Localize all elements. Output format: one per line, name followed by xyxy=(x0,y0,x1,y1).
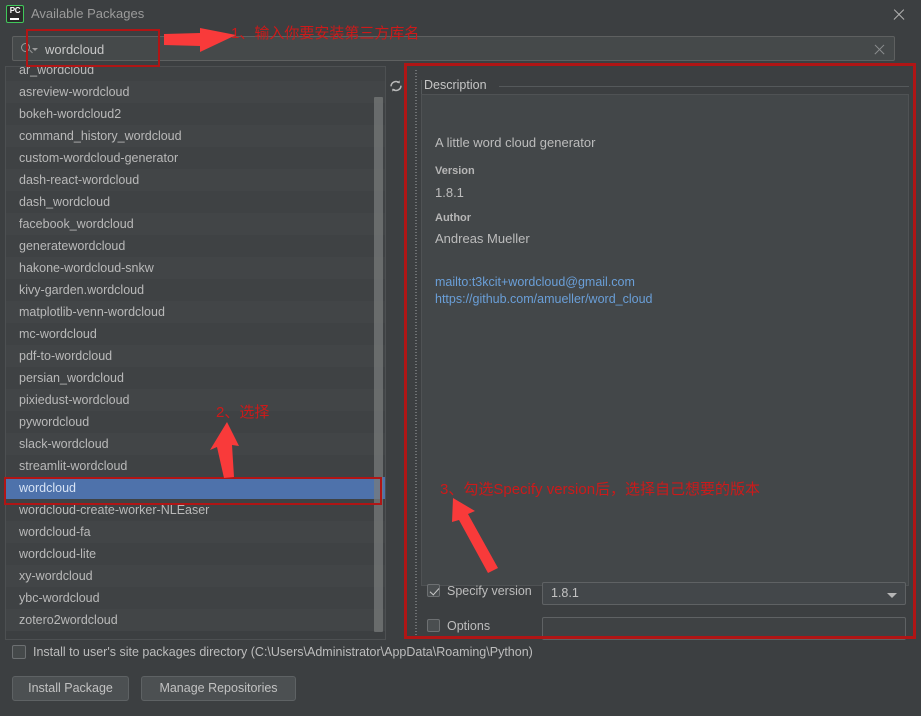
package-list-item[interactable]: pixiedust-wordcloud xyxy=(6,389,385,411)
author-value: Andreas Mueller xyxy=(435,231,530,246)
package-list-item[interactable]: matplotlib-venn-wordcloud xyxy=(6,301,385,323)
search-icon xyxy=(21,42,38,57)
options-row: Options xyxy=(421,615,909,641)
package-list-item[interactable]: command_history_wordcloud xyxy=(6,125,385,147)
package-list-item[interactable]: wordcloud-create-worker-NLEaser xyxy=(6,499,385,521)
user-site-checkbox[interactable] xyxy=(12,645,26,659)
search-input-value: wordcloud xyxy=(45,42,105,57)
pycharm-pc-icon: PC xyxy=(6,5,24,23)
description-legend: Description xyxy=(421,78,909,94)
package-list-scrollbar[interactable] xyxy=(370,67,384,639)
package-list-item[interactable]: pywordcloud xyxy=(6,411,385,433)
package-list-item[interactable]: streamlit-wordcloud xyxy=(6,455,385,477)
specify-version-checkbox[interactable] xyxy=(427,584,440,597)
panel-splitter[interactable] xyxy=(412,70,421,636)
package-list-item[interactable]: facebook_wordcloud xyxy=(6,213,385,235)
package-list-item[interactable]: kivy-garden.wordcloud xyxy=(6,279,385,301)
package-list-item[interactable]: ar_wordcloud xyxy=(6,67,385,81)
package-list-inner: ar_wordcloud asreview-wordcloud bokeh-word… xyxy=(6,67,385,631)
refresh-icon[interactable] xyxy=(388,78,404,94)
options-input[interactable] xyxy=(542,617,906,640)
page-title: Available Packages xyxy=(31,6,145,21)
description-panel: Description A little word cloud generato… xyxy=(421,72,909,640)
options-label[interactable]: Options xyxy=(447,619,490,633)
package-list-item[interactable]: generatewordcloud xyxy=(6,235,385,257)
search-input[interactable]: wordcloud xyxy=(12,36,895,61)
package-list-item[interactable]: mc-wordcloud xyxy=(6,323,385,345)
package-list-item[interactable]: wordcloud-lite xyxy=(6,543,385,565)
package-list-item[interactable]: wordcloud-fa xyxy=(6,521,385,543)
package-list-item[interactable]: custom-wordcloud-generator xyxy=(6,147,385,169)
package-list-item[interactable]: slack-wordcloud xyxy=(6,433,385,455)
package-list-item[interactable]: zotero2wordcloud xyxy=(6,609,385,631)
version-value: 1.8.1 xyxy=(435,185,464,200)
description-legend-label: Description xyxy=(424,78,493,92)
specify-version-label[interactable]: Specify version xyxy=(447,584,532,598)
options-checkbox[interactable] xyxy=(427,619,440,632)
package-list-item[interactable]: hakone-wordcloud-snkw xyxy=(6,257,385,279)
package-list-item[interactable]: pdf-to-wordcloud xyxy=(6,345,385,367)
package-list-item[interactable]: xy-wordcloud xyxy=(6,565,385,587)
title-bar: PC Available Packages xyxy=(0,0,921,29)
search-row: wordcloud xyxy=(0,33,921,65)
package-list[interactable]: ar_wordcloud asreview-wordcloud bokeh-word… xyxy=(5,66,386,640)
chevron-down-icon xyxy=(887,593,897,598)
specify-version-row: Specify version 1.8.1 xyxy=(421,580,909,606)
package-list-item[interactable]: bokeh-wordcloud2 xyxy=(6,103,385,125)
homepage-link[interactable]: https://github.com/amueller/word_cloud xyxy=(435,292,652,306)
package-list-item[interactable]: persian_wordcloud xyxy=(6,367,385,389)
package-list-item[interactable]: dash_wordcloud xyxy=(6,191,385,213)
package-summary: A little word cloud generator xyxy=(435,135,596,150)
clear-icon[interactable] xyxy=(873,43,886,56)
version-dropdown[interactable]: 1.8.1 xyxy=(542,582,906,605)
package-list-item[interactable]: wordcloud xyxy=(6,477,385,499)
author-label: Author xyxy=(435,212,472,224)
version-label: Version xyxy=(435,165,475,177)
package-list-item[interactable]: asreview-wordcloud xyxy=(6,81,385,103)
email-link[interactable]: mailto:t3kcit+wordcloud@gmail.com xyxy=(435,275,635,289)
available-packages-dialog: PC Available Packages wordcloud ar_wordc… xyxy=(0,0,921,716)
install-package-button[interactable]: Install Package xyxy=(12,676,129,701)
description-body: A little word cloud generator Version 1.… xyxy=(421,94,909,586)
package-list-item[interactable]: ybc-wordcloud xyxy=(6,587,385,609)
scrollbar-thumb[interactable] xyxy=(374,97,383,632)
manage-repositories-button[interactable]: Manage Repositories xyxy=(141,676,296,701)
close-icon[interactable] xyxy=(891,7,907,23)
user-site-label[interactable]: Install to user's site packages director… xyxy=(33,645,533,659)
package-list-item[interactable]: dash-react-wordcloud xyxy=(6,169,385,191)
version-dropdown-value: 1.8.1 xyxy=(551,586,579,600)
